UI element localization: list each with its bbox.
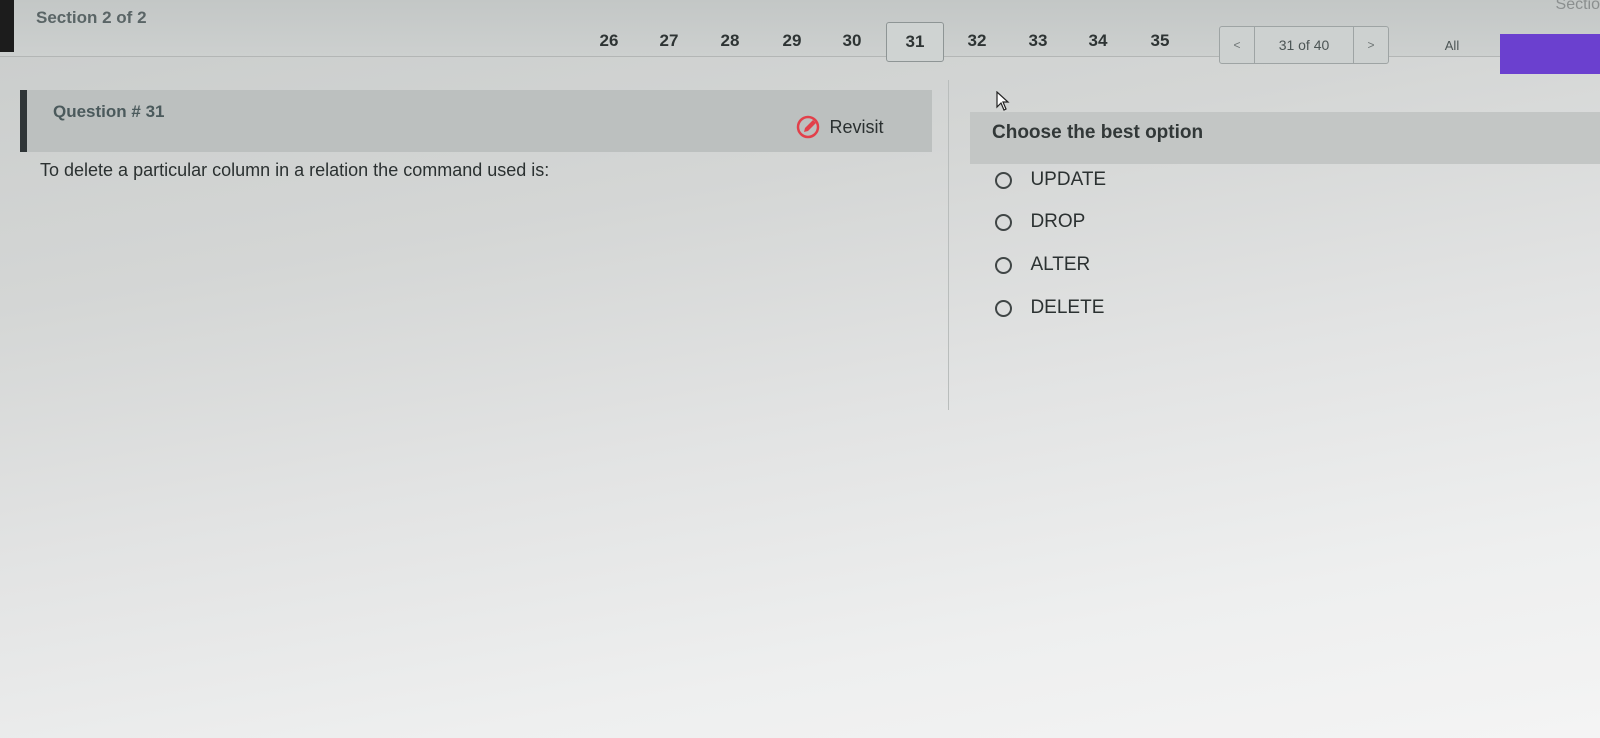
answer-instructions: Choose the best option [992,122,1204,143]
page-button-33[interactable]: 33 [1010,22,1066,60]
revisit-button[interactable]: Revisit [795,114,883,140]
page-button-27[interactable]: 27 [641,22,697,60]
mouse-pointer-icon [996,91,1010,111]
revisit-label: Revisit [829,117,884,137]
option-delete[interactable]: DELETE [995,294,1104,322]
option-label: UPDATE [1030,169,1107,190]
radio-button-alter[interactable] [995,256,1012,274]
page-button-31-current[interactable]: 31 [886,22,944,62]
option-label: DELETE [1030,297,1105,318]
revisit-pencil-icon [795,114,821,140]
question-title: Question # 31 [53,102,165,121]
top-navigation-bar: Section 2 of 2 Sectio 26 27 28 29 30 31 … [0,0,1600,64]
page-button-28[interactable]: 28 [702,22,758,60]
question-text: To delete a particular column in a relat… [40,160,550,180]
option-label: DROP [1030,211,1086,232]
radio-button-delete[interactable] [995,299,1012,317]
corner-section-label: Sectio [1555,0,1600,13]
page-button-34[interactable]: 34 [1070,22,1126,60]
radio-button-drop[interactable] [995,213,1012,231]
page-button-35[interactable]: 35 [1132,22,1188,60]
question-header: Question # 31 Revisit [20,90,932,152]
radio-button-update[interactable] [995,171,1012,189]
page-button-29[interactable]: 29 [764,22,820,60]
page-button-30[interactable]: 30 [824,22,880,60]
option-label: ALTER [1030,254,1091,275]
accent-panel [1500,34,1600,74]
option-alter[interactable]: ALTER [995,251,1090,279]
answer-header: Choose the best option [970,112,1600,164]
previous-question-button[interactable]: < [1220,27,1255,63]
page-button-26[interactable]: 26 [581,22,637,60]
page-button-32[interactable]: 32 [949,22,1005,60]
option-update[interactable]: UPDATE [995,166,1106,194]
next-question-button[interactable]: > [1353,27,1388,63]
section-label: Section 2 of 2 [36,8,147,27]
option-drop[interactable]: DROP [995,208,1085,236]
window-edge [0,0,14,52]
question-position-status: 31 of 40 [1278,37,1330,53]
page-navigation-group: < 31 of 40 > [1219,26,1389,64]
show-all-button[interactable]: All [1432,38,1472,60]
panel-divider [948,80,949,410]
